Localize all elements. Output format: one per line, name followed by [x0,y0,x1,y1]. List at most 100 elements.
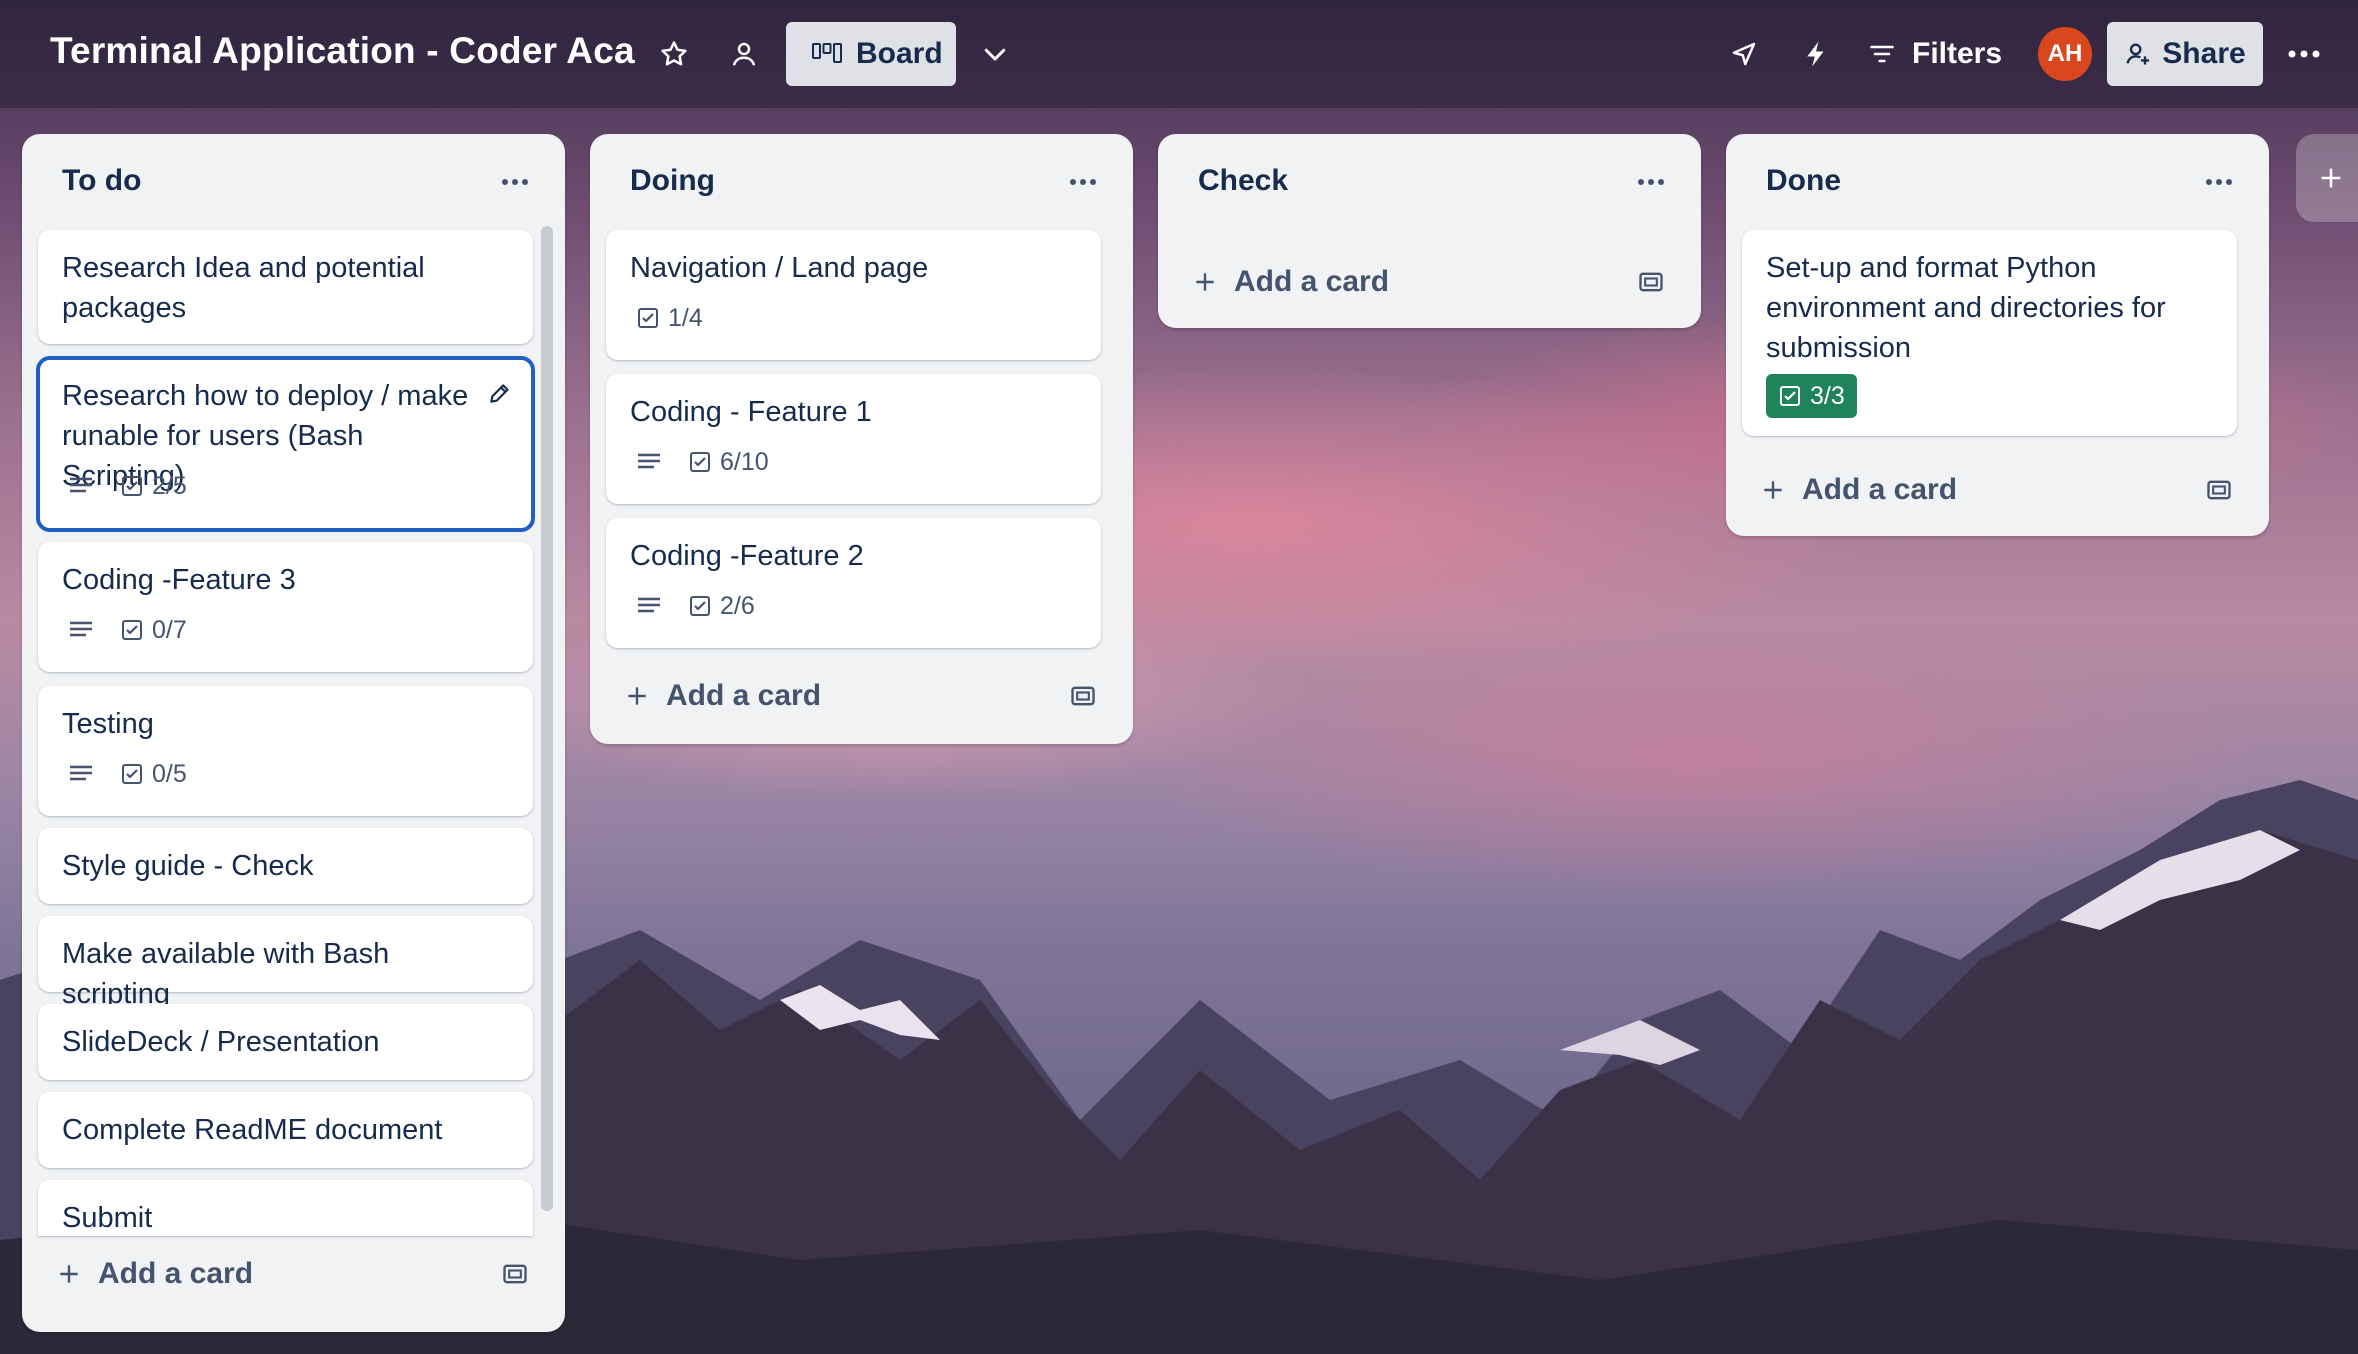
list-menu-icon[interactable] [493,160,537,204]
filter-icon [1870,45,1894,63]
workspace-visibility-icon[interactable] [722,32,766,76]
card[interactable]: Testing 0/5 [38,686,533,816]
plus-icon [2321,168,2341,188]
card-title: Coding -Feature 3 [62,564,296,596]
plus-icon [1764,481,1782,499]
create-from-template-icon[interactable] [1637,268,1665,304]
board-view-label: Board [856,37,943,70]
card[interactable]: Coding -Feature 2 2/6 [606,518,1101,648]
list-menu-icon[interactable] [1629,160,1673,204]
share-button[interactable]: Share [2107,22,2263,86]
card[interactable]: Coding - Feature 1 6/10 [606,374,1101,504]
checklist-count: 2/6 [720,591,755,620]
add-card-label: Add a card [98,1257,254,1290]
card-badges: 3/3 [1766,374,1857,418]
card-title: Testing [62,708,154,740]
automation-icon[interactable] [1794,32,1838,76]
card-title: Submit [62,1202,153,1234]
card-badges: 0/5 [62,752,193,796]
power-ups-icon[interactable] [1722,32,1766,76]
more-icon[interactable] [2282,32,2326,76]
list-header: Doing [590,134,1133,228]
add-card-button[interactable]: Add a card [38,1244,549,1304]
list-scrollbar[interactable] [541,226,553,1211]
checklist-icon [690,596,710,616]
card[interactable]: Research Idea and potential packages [38,230,533,344]
checklist-badge: 6/10 [682,440,775,484]
plus-icon [1196,273,1214,291]
list-title[interactable]: Check [1198,164,1288,198]
card[interactable]: Set-up and format Python environment and… [1742,230,2237,436]
description-icon [62,608,100,652]
add-card-label: Add a card [1234,265,1390,298]
card[interactable]: Submit [38,1180,533,1236]
plus-icon [60,1265,78,1283]
add-card-button[interactable]: Add a card [606,666,1117,726]
create-from-template-icon[interactable] [2205,476,2233,512]
add-card-button[interactable]: Add a card [1174,252,1685,312]
checklist-complete-badge: 3/3 [1766,374,1857,418]
board-title[interactable]: Terminal Application - Coder Aca [50,30,635,72]
card-title: Coding -Feature 2 [630,540,864,572]
star-icon[interactable] [652,32,696,76]
card-title: Research Idea and potential packages [62,252,425,324]
list-title[interactable]: Doing [630,164,715,198]
checklist-badge: 0/7 [114,608,193,652]
list-menu-icon[interactable] [1061,160,1105,204]
create-from-template-icon[interactable] [1069,682,1097,718]
list-done: Done Set-up and format Python environmen… [1726,134,2269,536]
card-title: Complete ReadME document [62,1114,443,1146]
card[interactable]: Coding -Feature 3 0/7 [38,542,533,672]
edit-pencil-icon[interactable] [487,380,513,411]
card[interactable]: SlideDeck / Presentation [38,1004,533,1080]
card-title: Style guide - Check [62,850,314,882]
card[interactable]: Make available with Bash scripting [38,916,533,1010]
list-to-do: To do Research Idea and potential packag… [22,134,565,1332]
card-badges: 2/6 [630,584,761,628]
add-list-button[interactable] [2296,134,2358,222]
checklist-count: 0/7 [152,615,187,644]
avatar[interactable]: AH [2038,27,2092,81]
card-title: Set-up and format Python environment and… [1766,252,2166,364]
checklist-badge: 0/5 [114,752,193,796]
checklist-badge: 1/4 [630,296,709,340]
description-icon [62,752,100,796]
share-label: Share [2162,37,2246,70]
add-card-label: Add a card [1802,473,1958,506]
chevron-down-icon[interactable] [973,32,1017,76]
board-view-button[interactable]: Board [786,22,956,86]
checklist-icon [690,452,710,472]
plus-icon [628,687,646,705]
checklist-icon [122,764,142,784]
add-card-label: Add a card [666,679,822,712]
list-title[interactable]: To do [62,164,141,198]
card-title: SlideDeck / Presentation [62,1026,380,1058]
card[interactable]: Research how to deploy / make runable fo… [36,356,535,532]
card[interactable]: Style guide - Check [38,828,533,904]
list-menu-icon[interactable] [2197,160,2241,204]
checklist-badge: 2/5 [114,464,193,508]
add-member-icon [2126,43,2150,65]
card-badges: 1/4 [630,296,709,340]
card-badges: 0/7 [62,608,193,652]
checklist-icon [638,308,658,328]
description-icon [62,464,100,508]
filters-button[interactable]: Filters [1868,22,2002,86]
filters-label: Filters [1912,37,2003,70]
card[interactable]: Complete ReadME document [38,1092,533,1168]
add-card-button[interactable]: Add a card [1742,460,2253,520]
checklist-icon [1780,386,1800,406]
checklist-icon [122,620,142,640]
card[interactable]: Navigation / Land page 1/4 [606,230,1101,360]
checklist-count: 6/10 [720,447,769,476]
board-view-icon [812,43,842,63]
list-header: Check [1158,134,1701,228]
list-title[interactable]: Done [1766,164,1841,198]
card-badges: 6/10 [630,440,775,484]
card-badges: 2/5 [62,464,193,508]
description-icon [630,440,668,484]
create-from-template-icon[interactable] [501,1260,529,1296]
checklist-count: 0/5 [152,759,187,788]
avatar-initials: AH [2047,40,2083,67]
list-check: Check Add a card [1158,134,1701,328]
